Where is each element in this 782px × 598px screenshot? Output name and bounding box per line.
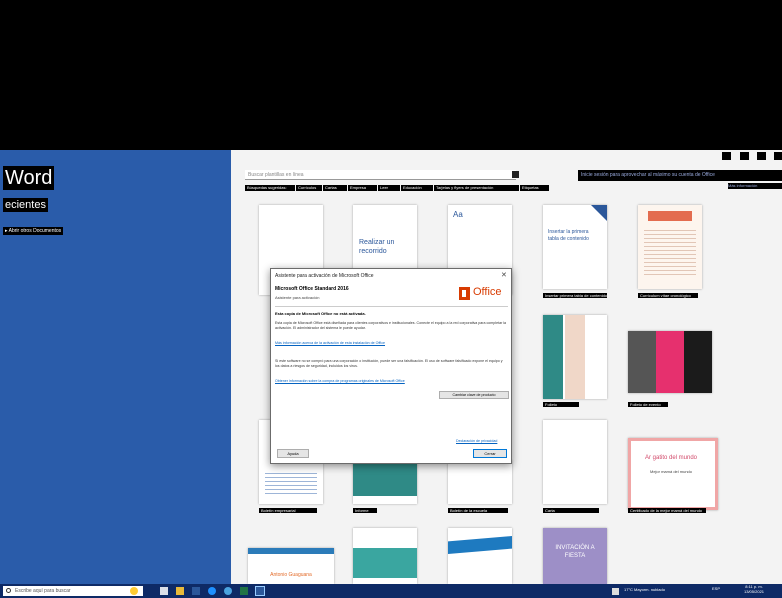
weather-text[interactable]: 17°C Mayorm. nublado (624, 587, 665, 592)
triptico-photo (628, 331, 656, 393)
folder-icon: ▸ (5, 228, 8, 234)
triptico-dark (684, 331, 712, 393)
divider (275, 306, 508, 307)
chip-tarjetas[interactable]: Tarjetas y flyers de presentación (434, 185, 519, 191)
chip-curriculos[interactable]: Currículos (296, 185, 322, 191)
office-logo: Office (459, 286, 507, 302)
dialog-heading: Esta copia de Microsoft Office no está a… (275, 311, 366, 316)
template-cv[interactable] (638, 205, 702, 289)
corner-ribbon (591, 205, 607, 221)
template-boletin[interactable] (448, 460, 512, 504)
template-mejor-mama-caption: Certificado de la mejor mamá del mundo (628, 508, 706, 513)
template-folleto-caption: Folleto (543, 402, 579, 407)
template-folleto[interactable] (543, 315, 607, 399)
template-informe-caption: Informe (353, 508, 377, 513)
task-view-icon[interactable] (160, 587, 168, 595)
template-informe[interactable] (353, 460, 417, 504)
template-tabla-title: Insertar la primera tabla de contenido (548, 229, 589, 242)
template-triptico-caption: Folleto de evento (628, 402, 668, 407)
left-pane (0, 150, 231, 584)
help-button[interactable]: Ayuda (277, 449, 309, 458)
app-title: Word (3, 166, 55, 190)
open-other-documents-label: Abrir otros Documentos (8, 228, 62, 234)
calendario-band (353, 548, 417, 578)
privacy-link[interactable]: Declaración de privacidad (456, 439, 497, 443)
help-icon[interactable] (722, 152, 731, 160)
mejor-mama-title: Ar gatito del mundo (644, 455, 698, 461)
template-cv-caption: Currículum vítae cronológico (638, 293, 698, 298)
maximize-icon[interactable] (757, 152, 766, 160)
dialog-body-2: Si este software no se compró para una c… (275, 359, 503, 368)
ola-wave (448, 536, 512, 554)
signin-more-info[interactable]: Más información (728, 183, 782, 189)
excel-icon[interactable] (240, 587, 248, 595)
file-explorer-icon[interactable] (176, 587, 184, 595)
weather-icon (612, 588, 619, 595)
dialog-product-sub: Asistente para activación (275, 295, 320, 300)
template-boletin-caption: Boletín de la escuela (448, 508, 508, 513)
template-calendario[interactable] (353, 528, 417, 584)
office-icon (459, 287, 470, 300)
chrome-icon[interactable] (224, 587, 232, 595)
clock[interactable]: 8:11 p. m. 13/05/2021 (744, 584, 764, 594)
open-other-documents-link[interactable]: ▸ Abrir otros Documentos (3, 227, 64, 235)
invitacion-title: INVITACIÓN A FIESTA (555, 545, 595, 559)
arbol-band (248, 548, 334, 554)
folleto-panel-2 (565, 315, 585, 399)
cv-lines (644, 227, 696, 277)
triptico-pink (656, 331, 684, 393)
template-triptico[interactable] (628, 331, 712, 393)
template-carta-caption: Carta (543, 508, 599, 513)
template-carta[interactable] (543, 420, 607, 504)
template-invitacion[interactable]: INVITACIÓN A FIESTA (543, 528, 607, 584)
cv-header (648, 211, 692, 221)
dialog-title: Asistente para activación de Microsoft O… (275, 273, 374, 279)
template-ola[interactable] (448, 528, 512, 584)
activation-dialog: Asistente para activación de Microsoft O… (270, 268, 512, 464)
nav-recents[interactable]: ecientes (3, 198, 48, 212)
edge-icon[interactable] (208, 587, 216, 595)
weather-widget-icon[interactable] (130, 587, 138, 595)
arbol-name: Antonio Guaguana (270, 572, 312, 578)
template-mejor-mama[interactable]: Ar gatito del mundo Mejor mamá del mundo (628, 438, 718, 510)
chip-etiquetas[interactable]: Etiquetas (520, 185, 549, 191)
genuine-office-link[interactable]: Obtener información sobre la compra de p… (275, 379, 405, 383)
chip-educacion[interactable]: Educación (401, 185, 433, 191)
change-product-key-button[interactable]: Cambiar clave de producto (439, 391, 509, 399)
minimize-icon[interactable] (740, 152, 749, 160)
close-button[interactable]: Cerrar (473, 449, 507, 458)
template-aa-title: Aa (453, 210, 463, 219)
activation-info-link[interactable]: Más información acerca de la activación … (275, 341, 385, 345)
template-tabla-caption: Insertar primera tabla de contenido (543, 293, 607, 298)
chip-empresa[interactable]: Empresa (348, 185, 377, 191)
chip-cartas[interactable]: Cartas (323, 185, 347, 191)
template-recorrido-title: Realizar un recorrido (359, 239, 395, 255)
language-indicator[interactable]: ESP (712, 586, 720, 591)
chip-leer[interactable]: Leer (378, 185, 400, 191)
template-tabla[interactable]: Insertar la primera tabla de contenido (543, 205, 607, 289)
template-empresa-caption: Boletín empresarial (259, 508, 317, 513)
empresa-lines (265, 470, 317, 494)
folleto-panel (543, 315, 563, 399)
word-icon[interactable] (255, 586, 265, 596)
taskbar-search-input[interactable]: Escribe aquí para buscar (3, 586, 143, 596)
template-arbol[interactable]: Antonio Guaguana (248, 548, 334, 584)
informe-band (353, 460, 417, 496)
clock-date: 13/05/2021 (744, 589, 765, 594)
office-wordmark: Office (473, 286, 502, 298)
dialog-product: Microsoft Office Standard 2016 (275, 286, 349, 292)
search-icon[interactable] (512, 171, 519, 178)
close-window-icon[interactable] (774, 152, 782, 160)
search-icon (6, 588, 11, 593)
template-search-input[interactable]: Buscar plantillas en línea (245, 170, 516, 180)
dialog-body-1: Esta copia de Microsoft Office está dise… (275, 321, 507, 330)
signin-banner[interactable]: Inicie sesión para aprovechar al máximo … (578, 170, 782, 181)
suggested-label: Búsquedas sugeridas: (245, 185, 295, 191)
store-icon[interactable] (192, 587, 200, 595)
mejor-mama-sub: Mejor mamá del mundo (649, 469, 693, 474)
close-icon[interactable]: ✕ (501, 271, 507, 279)
